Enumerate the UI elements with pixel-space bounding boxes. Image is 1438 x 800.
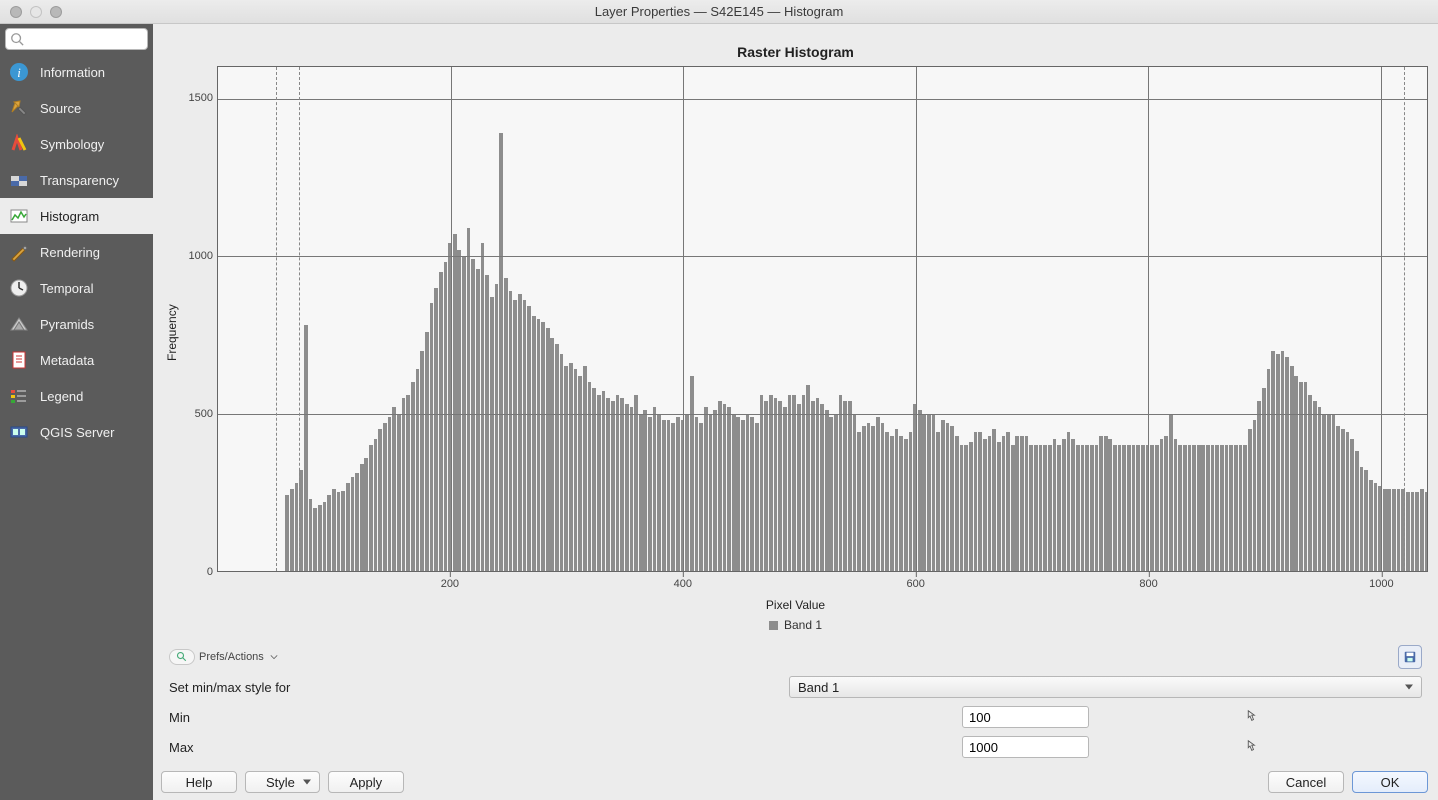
search-icon [10, 32, 24, 46]
info-icon: i [8, 61, 30, 83]
sidebar-item-source[interactable]: Source [0, 90, 153, 126]
sidebar-item-pyramids[interactable]: Pyramids [0, 306, 153, 342]
set-minmax-label: Set min/max style for [169, 680, 789, 695]
prefs-actions-button[interactable] [169, 649, 195, 665]
sidebar-search-input[interactable] [24, 31, 143, 47]
sidebar-item-label: Legend [40, 389, 83, 404]
sidebar-item-label: Information [40, 65, 105, 80]
clock-icon [8, 277, 30, 299]
sidebar-item-label: Histogram [40, 209, 99, 224]
chart-title: Raster Histogram [163, 44, 1428, 60]
titlebar: Layer Properties — S42E145 — Histogram [0, 0, 1438, 24]
pick-min-button[interactable] [1243, 709, 1257, 726]
min-input[interactable] [962, 706, 1089, 728]
histogram-icon [8, 205, 30, 227]
pyramids-icon [8, 313, 30, 335]
sidebar-item-label: Rendering [40, 245, 100, 260]
transparency-icon [8, 169, 30, 191]
sidebar-nav: i Information Source Symbology Transparency H… [0, 54, 153, 450]
legend-label: Band 1 [784, 618, 822, 632]
sidebar-item-label: Symbology [40, 137, 104, 152]
sidebar-item-label: QGIS Server [40, 425, 114, 440]
sidebar-item-metadata[interactable]: Metadata [0, 342, 153, 378]
sidebar-item-label: Source [40, 101, 81, 116]
zoom-icon [176, 651, 188, 663]
histogram-panel: Raster Histogram Frequency 050010001500 … [153, 24, 1438, 638]
apply-button[interactable]: Apply [328, 771, 404, 793]
dropdown-icon [270, 653, 278, 661]
band-select[interactable]: Band 1 [789, 676, 1422, 698]
metadata-icon [8, 349, 30, 371]
style-button[interactable]: Style [245, 771, 320, 793]
pick-max-button[interactable] [1243, 739, 1257, 756]
x-axis-label: Pixel Value [163, 598, 1428, 612]
svg-text:i: i [17, 65, 21, 80]
y-axis-ticks: 050010001500 [181, 66, 217, 572]
chart-legend: Band 1 [163, 618, 1428, 632]
sidebar-item-information[interactable]: i Information [0, 54, 153, 90]
min-label: Min [169, 710, 789, 725]
sidebar-item-legend[interactable]: Legend [0, 378, 153, 414]
wrench-icon [8, 97, 30, 119]
prefs-actions-label: Prefs/Actions [199, 651, 264, 663]
ok-button[interactable]: OK [1352, 771, 1428, 793]
sidebar-search[interactable] [5, 28, 148, 50]
main-panel: Raster Histogram Frequency 050010001500 … [153, 24, 1438, 800]
help-button[interactable]: Help [161, 771, 237, 793]
sidebar-item-rendering[interactable]: Rendering [0, 234, 153, 270]
sidebar-item-label: Pyramids [40, 317, 94, 332]
sidebar-item-qgis-server[interactable]: QGIS Server [0, 414, 153, 450]
save-icon [1403, 650, 1417, 664]
histogram-bars [218, 67, 1427, 571]
legend-swatch [769, 621, 778, 630]
sidebar-item-transparency[interactable]: Transparency [0, 162, 153, 198]
legend-icon [8, 385, 30, 407]
pointer-icon [1243, 739, 1257, 753]
sidebar-item-label: Transparency [40, 173, 119, 188]
server-icon [8, 421, 30, 443]
sidebar-item-histogram[interactable]: Histogram [0, 198, 153, 234]
max-input[interactable] [962, 736, 1089, 758]
sidebar-item-symbology[interactable]: Symbology [0, 126, 153, 162]
x-axis-ticks: 2004006008001000 [217, 572, 1428, 600]
dialog-footer: Help Style Apply Cancel OK [153, 768, 1438, 800]
sidebar-item-label: Metadata [40, 353, 94, 368]
sidebar-item-label: Temporal [40, 281, 93, 296]
cancel-button[interactable]: Cancel [1268, 771, 1344, 793]
pointer-icon [1243, 709, 1257, 723]
brush-icon [8, 241, 30, 263]
band-select-value: Band 1 [798, 680, 839, 695]
save-histogram-button[interactable] [1398, 645, 1422, 669]
sidebar-item-temporal[interactable]: Temporal [0, 270, 153, 306]
plot-area[interactable] [217, 66, 1428, 572]
histogram-controls: Prefs/Actions Set min/max style for Band… [153, 638, 1438, 768]
symbology-icon [8, 133, 30, 155]
sidebar: i Information Source Symbology Transparency H… [0, 24, 153, 800]
max-label: Max [169, 740, 789, 755]
y-axis-label: Frequency [163, 66, 181, 600]
window-title: Layer Properties — S42E145 — Histogram [0, 4, 1438, 19]
